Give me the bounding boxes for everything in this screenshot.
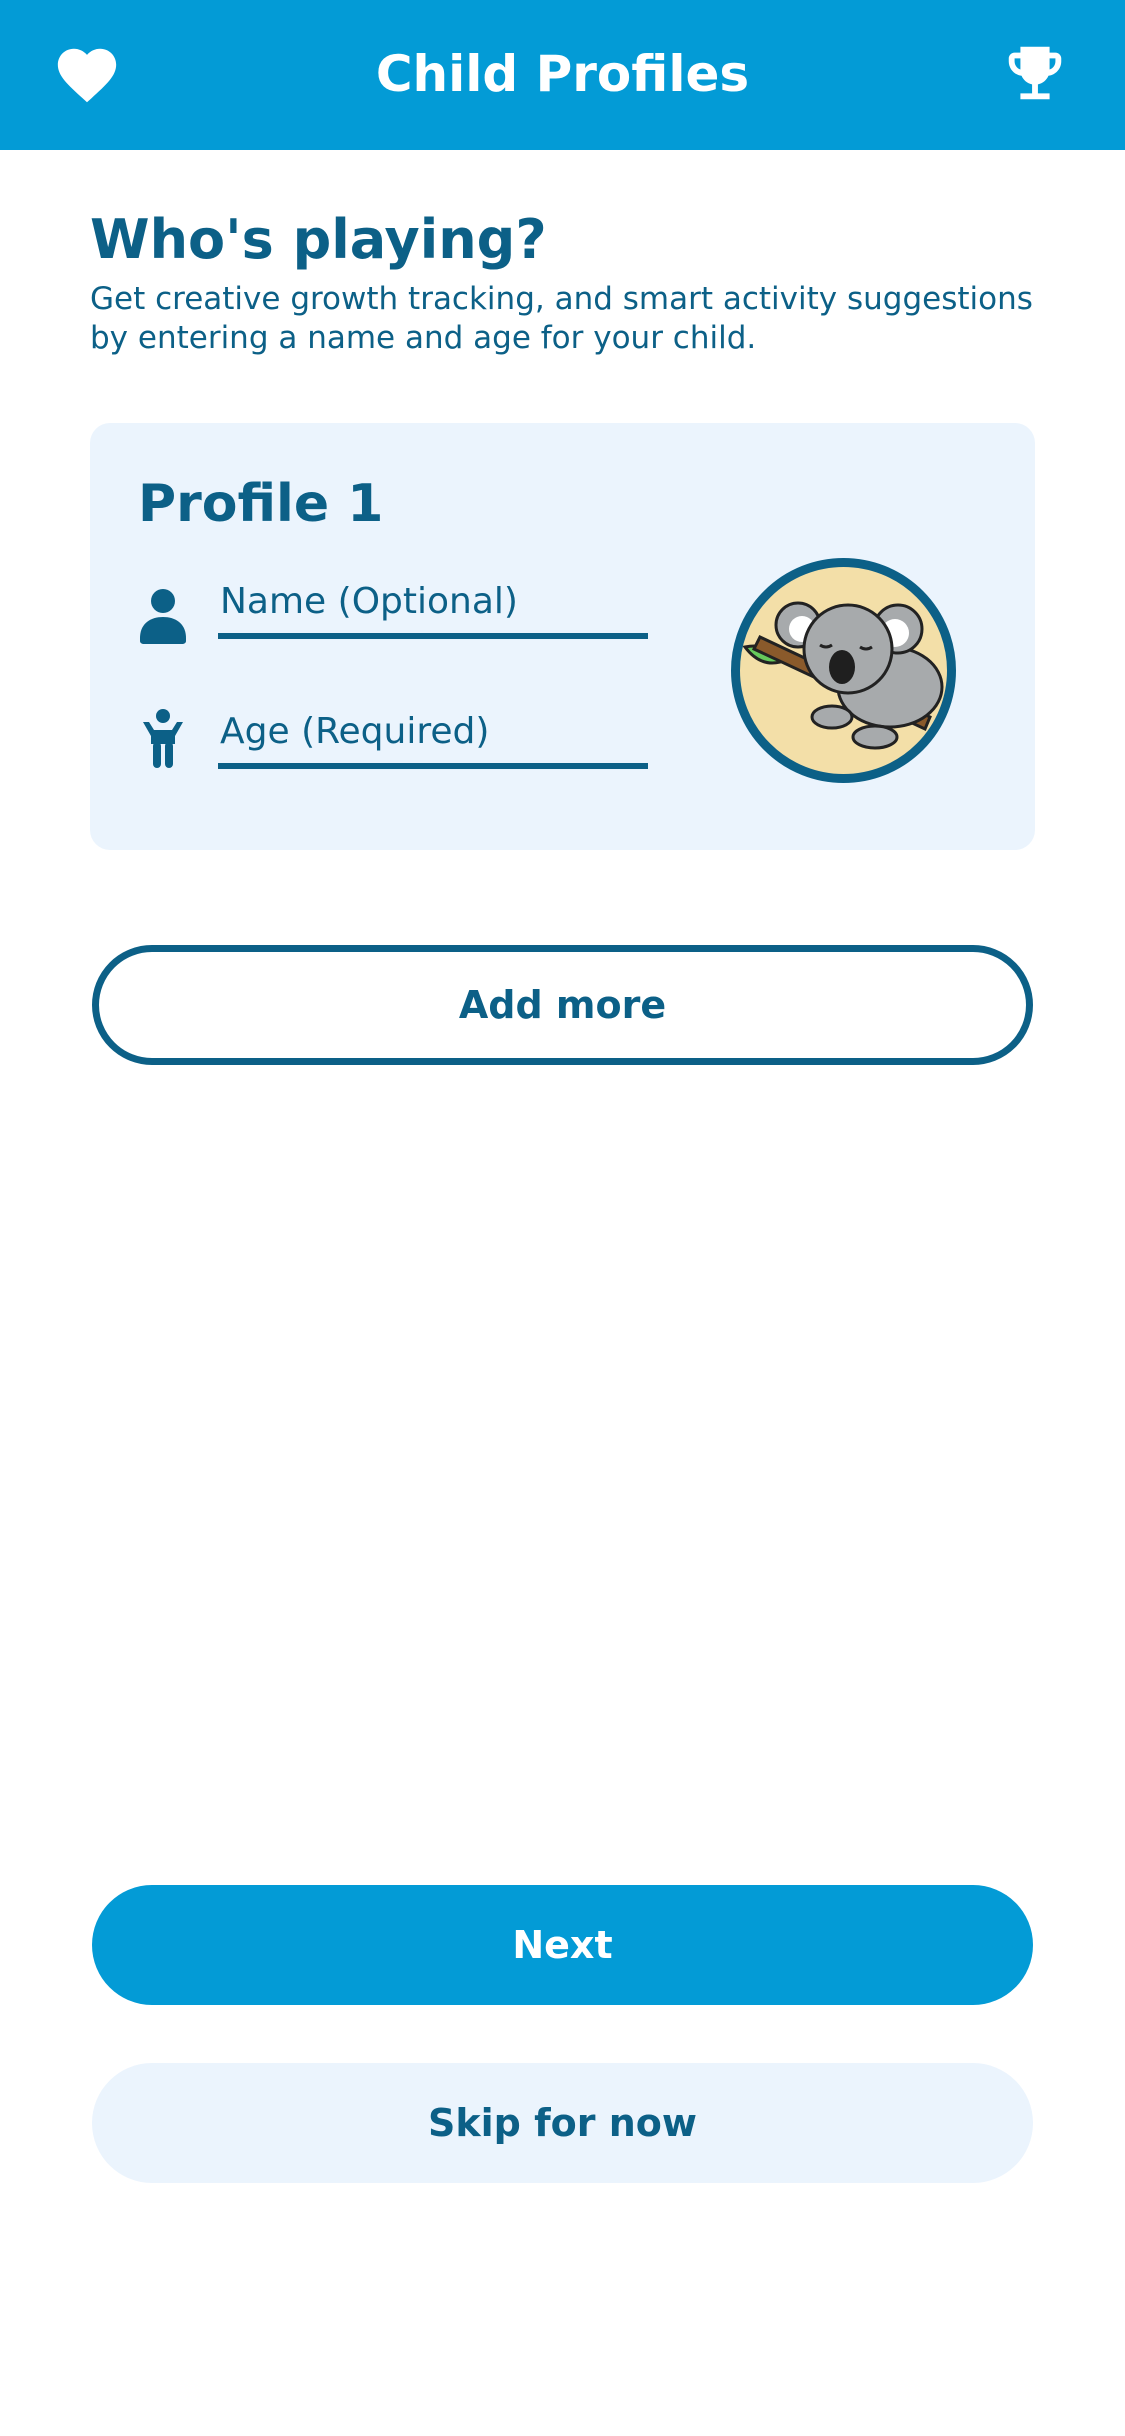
age-input[interactable] xyxy=(218,703,648,759)
child-icon xyxy=(138,708,188,768)
age-field[interactable] xyxy=(218,703,648,769)
section-description: Get creative growth tracking, and smart … xyxy=(90,281,1033,356)
profile-card: Profile 1 xyxy=(90,423,1035,850)
section-heading: Who's playing? xyxy=(90,208,547,271)
trophy-icon[interactable] xyxy=(1000,38,1070,108)
koala-avatar[interactable] xyxy=(731,558,956,783)
add-more-button[interactable]: Add more xyxy=(92,945,1033,1065)
koala-icon xyxy=(742,601,944,750)
name-field[interactable] xyxy=(218,573,648,639)
person-icon xyxy=(138,586,188,646)
page-title: Child Profiles xyxy=(375,45,750,103)
profile-title: Profile 1 xyxy=(138,474,384,534)
app-header: Child Profiles xyxy=(0,0,1125,150)
skip-button[interactable]: Skip for now xyxy=(92,2063,1033,2183)
next-button[interactable]: Next xyxy=(92,1885,1033,2005)
name-input[interactable] xyxy=(218,573,648,629)
